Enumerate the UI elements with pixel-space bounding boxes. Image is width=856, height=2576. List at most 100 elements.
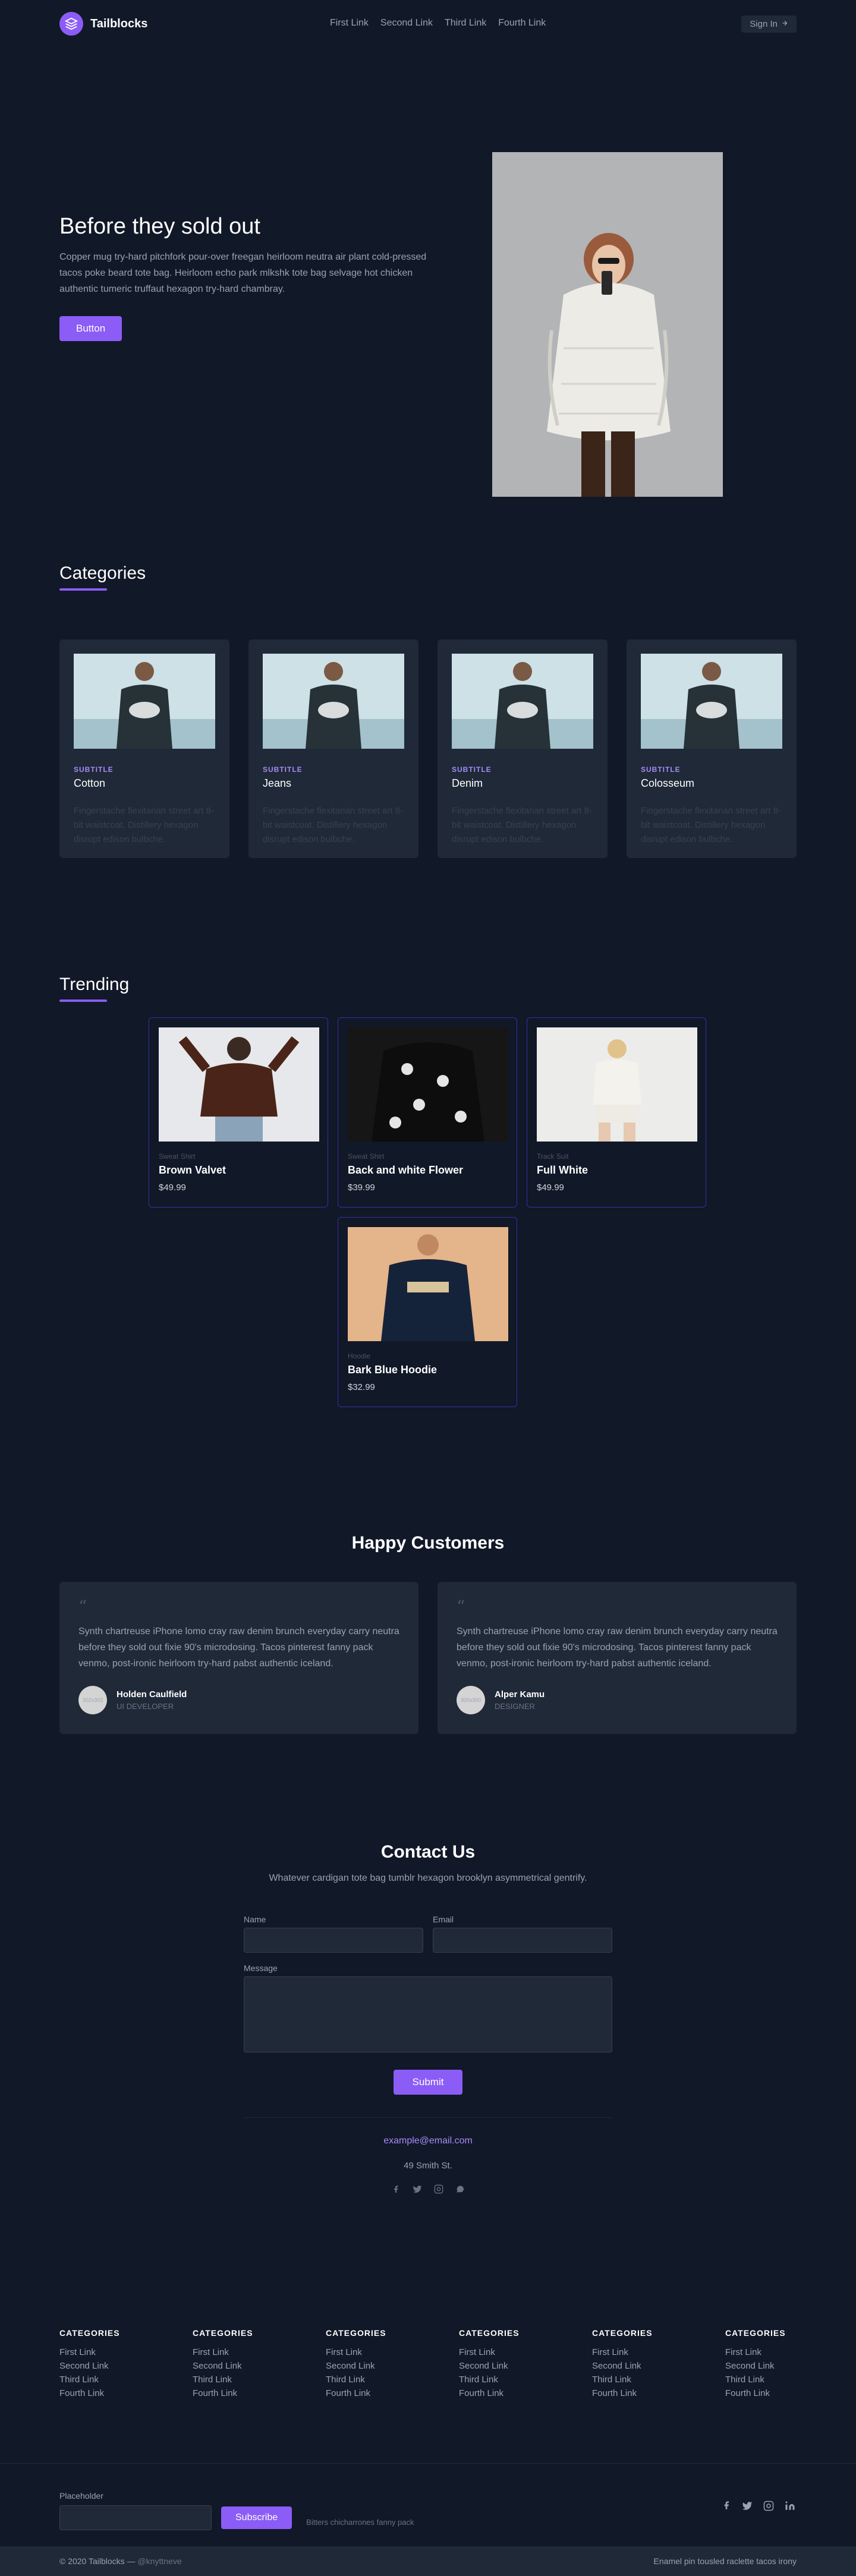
contact-section: Contact Us Whatever cardigan tote bag tu… (0, 1842, 856, 2195)
product-name: Back and white Flower (348, 1164, 464, 1176)
footer-link[interactable]: Third Link (459, 2375, 566, 2385)
message-label: Message (244, 1963, 278, 1973)
footer-link[interactable]: Second Link (592, 2361, 699, 2371)
facebook-icon[interactable] (391, 2184, 401, 2195)
footer-link[interactable]: Third Link (193, 2375, 300, 2385)
testimonial-grid: “ Synth chartreuse iPhone lomo cray raw … (59, 1582, 797, 1734)
hero-description: Copper mug try-hard pitchfork pour-over … (59, 252, 427, 294)
footer-column: CATEGORIES First Link Second Link Third … (59, 2328, 166, 2402)
category-card[interactable]: SUBTITLE Colosseum Fingerstache flexitar… (627, 639, 797, 858)
footer-link[interactable]: Third Link (592, 2375, 699, 2385)
category-subtitle: SUBTITLE (263, 765, 303, 774)
submit-button[interactable]: Submit (393, 2070, 463, 2095)
message-field-group: Message (244, 1963, 612, 2055)
category-title: Jeans (263, 777, 292, 789)
footer-column: CATEGORIES First Link Second Link Third … (459, 2328, 566, 2402)
product-category: Sweat Shirt (159, 1152, 196, 1161)
testimonial-text: Synth chartreuse iPhone lomo cray raw de… (78, 1626, 399, 1669)
category-image (452, 654, 593, 749)
footer-link[interactable]: Fourth Link (326, 2388, 433, 2398)
contact-form: Name Email Message Submit (244, 1915, 612, 2095)
header: Tailblocks First Link Second Link Third … (0, 0, 856, 48)
footer-link[interactable]: First Link (193, 2347, 300, 2357)
category-card[interactable]: SUBTITLE Jeans Fingerstache flexitarian … (248, 639, 418, 858)
categories-title: Categories (59, 563, 146, 583)
footer-link[interactable]: First Link (592, 2347, 699, 2357)
footer-link[interactable]: First Link (459, 2347, 566, 2357)
newsletter-input[interactable] (59, 2505, 212, 2530)
twitter-icon[interactable] (412, 2184, 423, 2195)
footer-link[interactable]: Second Link (59, 2361, 166, 2371)
product-price: $49.99 (159, 1183, 186, 1193)
footer-link[interactable]: First Link (725, 2347, 797, 2357)
testimonial-person: 302x302 Holden Caulfield UI DEVELOPER (78, 1686, 399, 1714)
footer-link[interactable]: Fourth Link (459, 2388, 566, 2398)
contact-description: Whatever cardigan tote bag tumblr hexago… (269, 1873, 587, 1883)
category-card[interactable]: SUBTITLE Cotton Fingerstache flexitarian… (59, 639, 229, 858)
footer-link[interactable]: Second Link (193, 2361, 300, 2371)
person-role: UI DEVELOPER (117, 1702, 174, 1711)
testimonial-text: Synth chartreuse iPhone lomo cray raw de… (457, 1626, 778, 1669)
footer-link[interactable]: Third Link (326, 2375, 433, 2385)
hero-button[interactable]: Button (59, 316, 122, 341)
footer-link[interactable]: First Link (326, 2347, 433, 2357)
footer-link[interactable]: Fourth Link (725, 2388, 797, 2398)
contact-address: 49 Smith St. (404, 2161, 452, 2171)
avatar: 300x300 (457, 1686, 485, 1714)
category-card[interactable]: SUBTITLE Denim Fingerstache flexitarian … (438, 639, 608, 858)
nav-link-4[interactable]: Fourth Link (498, 18, 546, 29)
product-card[interactable]: Sweat Shirt Brown Valvet $49.99 (149, 1017, 328, 1207)
footer-link[interactable]: Third Link (59, 2375, 166, 2385)
hero-title: Before they sold out (59, 214, 260, 239)
brand[interactable]: Tailblocks (59, 12, 147, 36)
sign-in-button[interactable]: Sign In (741, 15, 797, 33)
product-image (348, 1227, 508, 1341)
trending-section: Trending Sweat Shirt Brown Valvet $49.99… (59, 975, 797, 1407)
product-card[interactable]: Track Suit Full White $49.99 (527, 1017, 706, 1207)
footer-heading: CATEGORIES (592, 2328, 653, 2338)
footer-column: CATEGORIES First Link Second Link Third … (592, 2328, 699, 2402)
nav-link-2[interactable]: Second Link (380, 18, 433, 29)
category-image (263, 654, 404, 749)
linkedin-icon[interactable] (785, 2501, 795, 2514)
category-image (641, 654, 782, 749)
author-handle-link[interactable]: @knyttneve (137, 2556, 181, 2566)
twitter-icon[interactable] (742, 2501, 753, 2514)
hero-text: Before they sold out Copper mug try-hard… (59, 214, 440, 341)
footer-link[interactable]: Second Link (326, 2361, 433, 2371)
name-field[interactable] (244, 1928, 423, 1953)
facebook-icon[interactable] (722, 2501, 731, 2514)
footer-heading: CATEGORIES (59, 2328, 120, 2338)
footer-link[interactable]: Fourth Link (59, 2388, 166, 2398)
product-card[interactable]: Hoodie Bark Blue Hoodie $32.99 (338, 1217, 517, 1407)
name-field-group: Name (244, 1915, 423, 1953)
footer-link[interactable]: Second Link (459, 2361, 566, 2371)
product-card[interactable]: Sweat Shirt Back and white Flower $39.99 (338, 1017, 517, 1207)
quote-icon: “ (78, 1597, 87, 1616)
contact-email-link[interactable]: example@email.com (0, 2136, 856, 2146)
footer-link[interactable]: Second Link (725, 2361, 797, 2371)
customers-section: Happy Customers “ Synth chartreuse iPhon… (59, 1533, 797, 1734)
nav-link-3[interactable]: Third Link (445, 18, 486, 29)
logo-icon (59, 12, 83, 36)
instagram-icon[interactable] (433, 2184, 444, 2195)
testimonial-person: 300x300 Alper Kamu DESIGNER (457, 1686, 778, 1714)
arrow-right-icon (781, 19, 788, 29)
nav-link-1[interactable]: First Link (330, 18, 369, 29)
footer-link[interactable]: Fourth Link (592, 2388, 699, 2398)
footer-link[interactable]: Fourth Link (193, 2388, 300, 2398)
subscribe-button[interactable]: Subscribe (221, 2506, 292, 2529)
title-underline (59, 999, 107, 1002)
chat-icon[interactable] (455, 2184, 465, 2195)
footer-link[interactable]: Third Link (725, 2375, 797, 2385)
email-field[interactable] (433, 1928, 612, 1953)
hero-image (492, 152, 723, 497)
message-field[interactable] (244, 1976, 612, 2052)
bottom-bar: © 2020 Tailblocks — @knyttneve Enamel pi… (0, 2546, 856, 2576)
page: Tailblocks First Link Second Link Third … (0, 0, 856, 2576)
quote-icon: “ (457, 1597, 465, 1616)
trending-title: Trending (59, 975, 130, 994)
footer-link[interactable]: First Link (59, 2347, 166, 2357)
product-image (348, 1027, 508, 1142)
instagram-icon[interactable] (763, 2501, 774, 2514)
